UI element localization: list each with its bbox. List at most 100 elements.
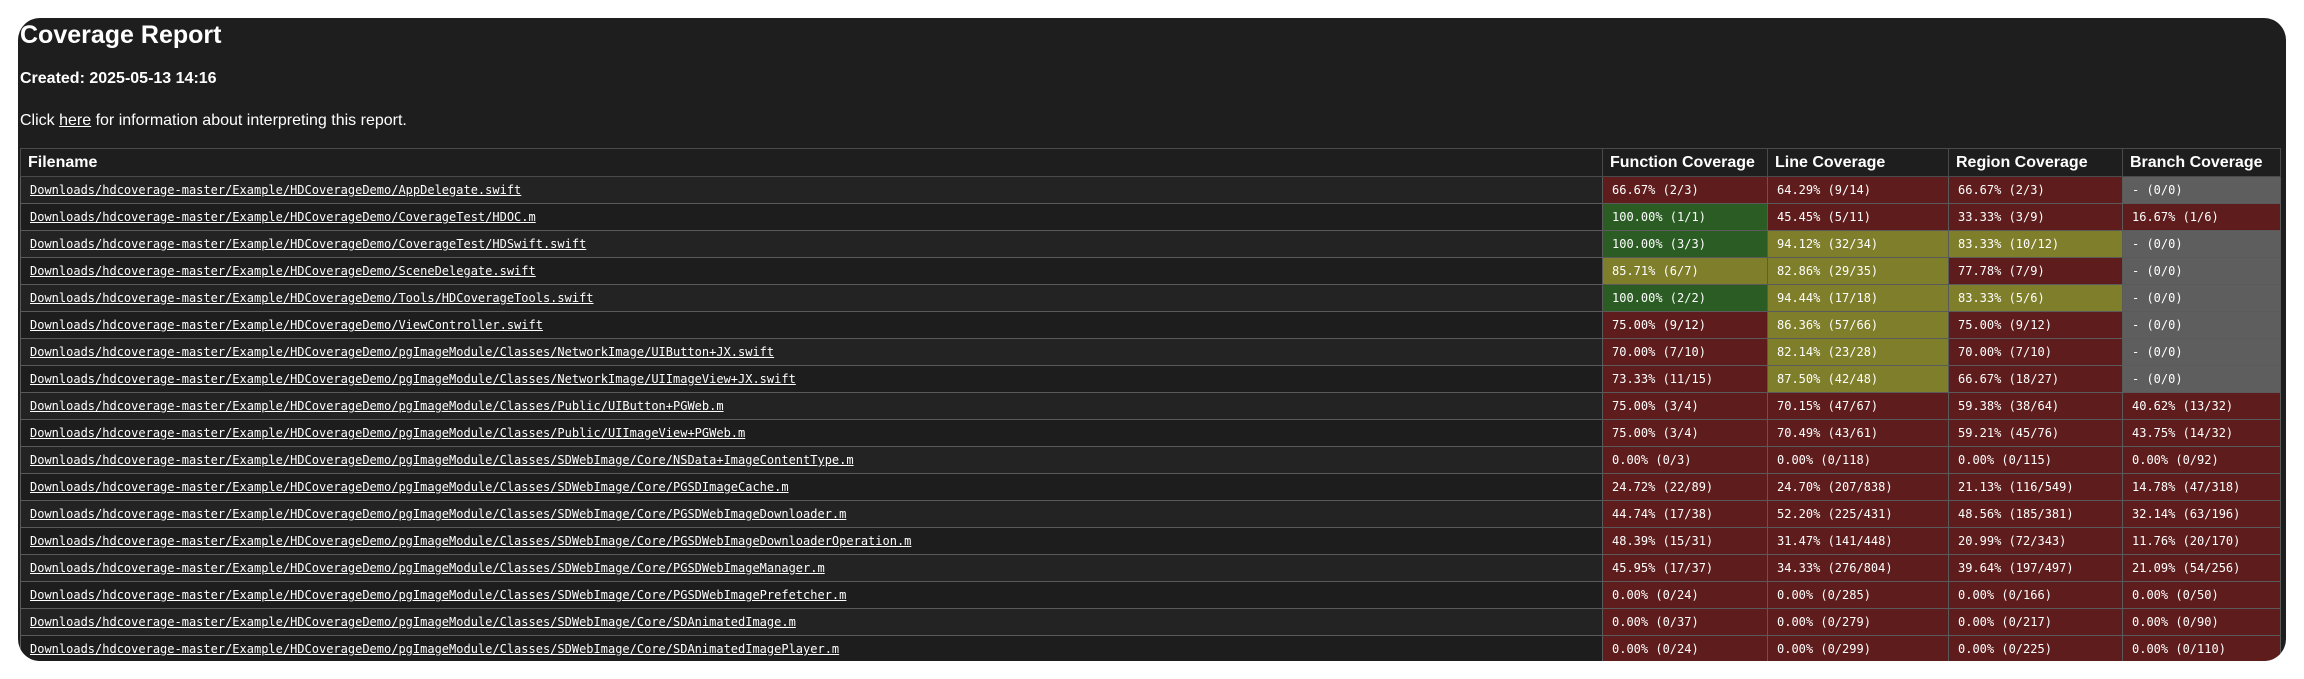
branch-coverage-cell: 0.00% (0/92) <box>2122 446 2281 474</box>
file-link[interactable]: Downloads/hdcoverage-master/Example/HDCo… <box>30 291 594 305</box>
branch-coverage-cell: 14.78% (47/318) <box>2122 473 2281 501</box>
branch-coverage-cell: 40.62% (13/32) <box>2122 392 2281 420</box>
table-row: Downloads/hdcoverage-master/Example/HDCo… <box>20 527 2281 555</box>
region-coverage-cell: 33.33% (3/9) <box>1948 203 2123 231</box>
branch-coverage-cell: - (0/0) <box>2122 176 2281 204</box>
branch-coverage-cell: 43.75% (14/32) <box>2122 419 2281 447</box>
file-link[interactable]: Downloads/hdcoverage-master/Example/HDCo… <box>30 264 536 278</box>
file-link[interactable]: Downloads/hdcoverage-master/Example/HDCo… <box>30 480 789 494</box>
branch-coverage-cell: - (0/0) <box>2122 311 2281 339</box>
file-link[interactable]: Downloads/hdcoverage-master/Example/HDCo… <box>30 210 536 224</box>
line-coverage-cell: 82.86% (29/35) <box>1767 257 1949 285</box>
line-coverage-cell: 31.47% (141/448) <box>1767 527 1949 555</box>
file-link[interactable]: Downloads/hdcoverage-master/Example/HDCo… <box>30 642 839 656</box>
line-coverage-cell: 45.45% (5/11) <box>1767 203 1949 231</box>
line-coverage-cell: 34.33% (276/804) <box>1767 554 1949 582</box>
region-coverage-cell: 75.00% (9/12) <box>1948 311 2123 339</box>
line-coverage-cell: 64.29% (9/14) <box>1767 176 1949 204</box>
branch-coverage-cell: - (0/0) <box>2122 365 2281 393</box>
filename-cell: Downloads/hdcoverage-master/Example/HDCo… <box>20 176 1603 204</box>
table-row: Downloads/hdcoverage-master/Example/HDCo… <box>20 581 2281 609</box>
function-coverage-cell: 44.74% (17/38) <box>1602 500 1768 528</box>
line-coverage-cell: 87.50% (42/48) <box>1767 365 1949 393</box>
region-coverage-cell: 77.78% (7/9) <box>1948 257 2123 285</box>
line-coverage-cell: 52.20% (225/431) <box>1767 500 1949 528</box>
region-coverage-cell: 59.21% (45/76) <box>1948 419 2123 447</box>
file-link[interactable]: Downloads/hdcoverage-master/Example/HDCo… <box>30 615 796 629</box>
filename-cell: Downloads/hdcoverage-master/Example/HDCo… <box>20 257 1603 285</box>
function-coverage-cell: 100.00% (2/2) <box>1602 284 1768 312</box>
region-coverage-cell: 70.00% (7/10) <box>1948 338 2123 366</box>
region-coverage-cell: 66.67% (2/3) <box>1948 176 2123 204</box>
region-coverage-cell: 83.33% (5/6) <box>1948 284 2123 312</box>
file-link[interactable]: Downloads/hdcoverage-master/Example/HDCo… <box>30 426 745 440</box>
filename-cell: Downloads/hdcoverage-master/Example/HDCo… <box>20 392 1603 420</box>
col-header-function-coverage: Function Coverage <box>1602 148 1768 177</box>
region-coverage-cell: 39.64% (197/497) <box>1948 554 2123 582</box>
branch-coverage-cell: 32.14% (63/196) <box>2122 500 2281 528</box>
branch-coverage-cell: 11.76% (20/170) <box>2122 527 2281 555</box>
info-link[interactable]: here <box>59 112 91 129</box>
function-coverage-cell: 0.00% (0/24) <box>1602 581 1768 609</box>
table-row: Downloads/hdcoverage-master/Example/HDCo… <box>20 230 2281 258</box>
table-row: Downloads/hdcoverage-master/Example/HDCo… <box>20 257 2281 285</box>
filename-cell: Downloads/hdcoverage-master/Example/HDCo… <box>20 284 1603 312</box>
file-link[interactable]: Downloads/hdcoverage-master/Example/HDCo… <box>30 453 854 467</box>
file-link[interactable]: Downloads/hdcoverage-master/Example/HDCo… <box>30 588 846 602</box>
line-coverage-cell: 24.70% (207/838) <box>1767 473 1949 501</box>
filename-cell: Downloads/hdcoverage-master/Example/HDCo… <box>20 500 1603 528</box>
page-title: Coverage Report <box>20 21 222 49</box>
branch-coverage-cell: - (0/0) <box>2122 257 2281 285</box>
col-header-region-coverage: Region Coverage <box>1948 148 2123 177</box>
file-link[interactable]: Downloads/hdcoverage-master/Example/HDCo… <box>30 318 543 332</box>
file-link[interactable]: Downloads/hdcoverage-master/Example/HDCo… <box>30 372 796 386</box>
function-coverage-cell: 45.95% (17/37) <box>1602 554 1768 582</box>
filename-cell: Downloads/hdcoverage-master/Example/HDCo… <box>20 446 1603 474</box>
function-coverage-cell: 73.33% (11/15) <box>1602 365 1768 393</box>
file-link[interactable]: Downloads/hdcoverage-master/Example/HDCo… <box>30 399 724 413</box>
line-coverage-cell: 70.49% (43/61) <box>1767 419 1949 447</box>
function-coverage-cell: 66.67% (2/3) <box>1602 176 1768 204</box>
function-coverage-cell: 75.00% (3/4) <box>1602 419 1768 447</box>
line-coverage-cell: 0.00% (0/285) <box>1767 581 1949 609</box>
filename-cell: Downloads/hdcoverage-master/Example/HDCo… <box>20 554 1603 582</box>
function-coverage-cell: 100.00% (1/1) <box>1602 203 1768 231</box>
table-row: Downloads/hdcoverage-master/Example/HDCo… <box>20 203 2281 231</box>
filename-cell: Downloads/hdcoverage-master/Example/HDCo… <box>20 635 1603 661</box>
table-row: Downloads/hdcoverage-master/Example/HDCo… <box>20 635 2281 661</box>
table-row: Downloads/hdcoverage-master/Example/HDCo… <box>20 311 2281 339</box>
line-coverage-cell: 94.12% (32/34) <box>1767 230 1949 258</box>
filename-cell: Downloads/hdcoverage-master/Example/HDCo… <box>20 419 1603 447</box>
table-row: Downloads/hdcoverage-master/Example/HDCo… <box>20 176 2281 204</box>
table-row: Downloads/hdcoverage-master/Example/HDCo… <box>20 284 2281 312</box>
filename-cell: Downloads/hdcoverage-master/Example/HDCo… <box>20 608 1603 636</box>
region-coverage-cell: 66.67% (18/27) <box>1948 365 2123 393</box>
function-coverage-cell: 70.00% (7/10) <box>1602 338 1768 366</box>
coverage-table: Filename Function Coverage Line Coverage… <box>20 148 2281 661</box>
file-link[interactable]: Downloads/hdcoverage-master/Example/HDCo… <box>30 561 825 575</box>
file-link[interactable]: Downloads/hdcoverage-master/Example/HDCo… <box>30 534 911 548</box>
table-row: Downloads/hdcoverage-master/Example/HDCo… <box>20 608 2281 636</box>
branch-coverage-cell: 0.00% (0/50) <box>2122 581 2281 609</box>
table-row: Downloads/hdcoverage-master/Example/HDCo… <box>20 500 2281 528</box>
col-header-filename: Filename <box>20 148 1603 177</box>
table-row: Downloads/hdcoverage-master/Example/HDCo… <box>20 473 2281 501</box>
function-coverage-cell: 0.00% (0/37) <box>1602 608 1768 636</box>
region-coverage-cell: 0.00% (0/217) <box>1948 608 2123 636</box>
function-coverage-cell: 85.71% (6/7) <box>1602 257 1768 285</box>
file-link[interactable]: Downloads/hdcoverage-master/Example/HDCo… <box>30 237 586 251</box>
filename-cell: Downloads/hdcoverage-master/Example/HDCo… <box>20 473 1603 501</box>
branch-coverage-cell: - (0/0) <box>2122 338 2281 366</box>
line-coverage-cell: 82.14% (23/28) <box>1767 338 1949 366</box>
col-header-line-coverage: Line Coverage <box>1767 148 1949 177</box>
table-body: Downloads/hdcoverage-master/Example/HDCo… <box>20 176 2281 661</box>
report-window: Coverage Report Created: 2025-05-13 14:1… <box>18 18 2286 661</box>
info-line: Click here for information about interpr… <box>20 110 407 132</box>
file-link[interactable]: Downloads/hdcoverage-master/Example/HDCo… <box>30 183 521 197</box>
table-row: Downloads/hdcoverage-master/Example/HDCo… <box>20 365 2281 393</box>
file-link[interactable]: Downloads/hdcoverage-master/Example/HDCo… <box>30 507 846 521</box>
col-header-branch-coverage: Branch Coverage <box>2122 148 2281 177</box>
function-coverage-cell: 75.00% (9/12) <box>1602 311 1768 339</box>
file-link[interactable]: Downloads/hdcoverage-master/Example/HDCo… <box>30 345 774 359</box>
region-coverage-cell: 59.38% (38/64) <box>1948 392 2123 420</box>
